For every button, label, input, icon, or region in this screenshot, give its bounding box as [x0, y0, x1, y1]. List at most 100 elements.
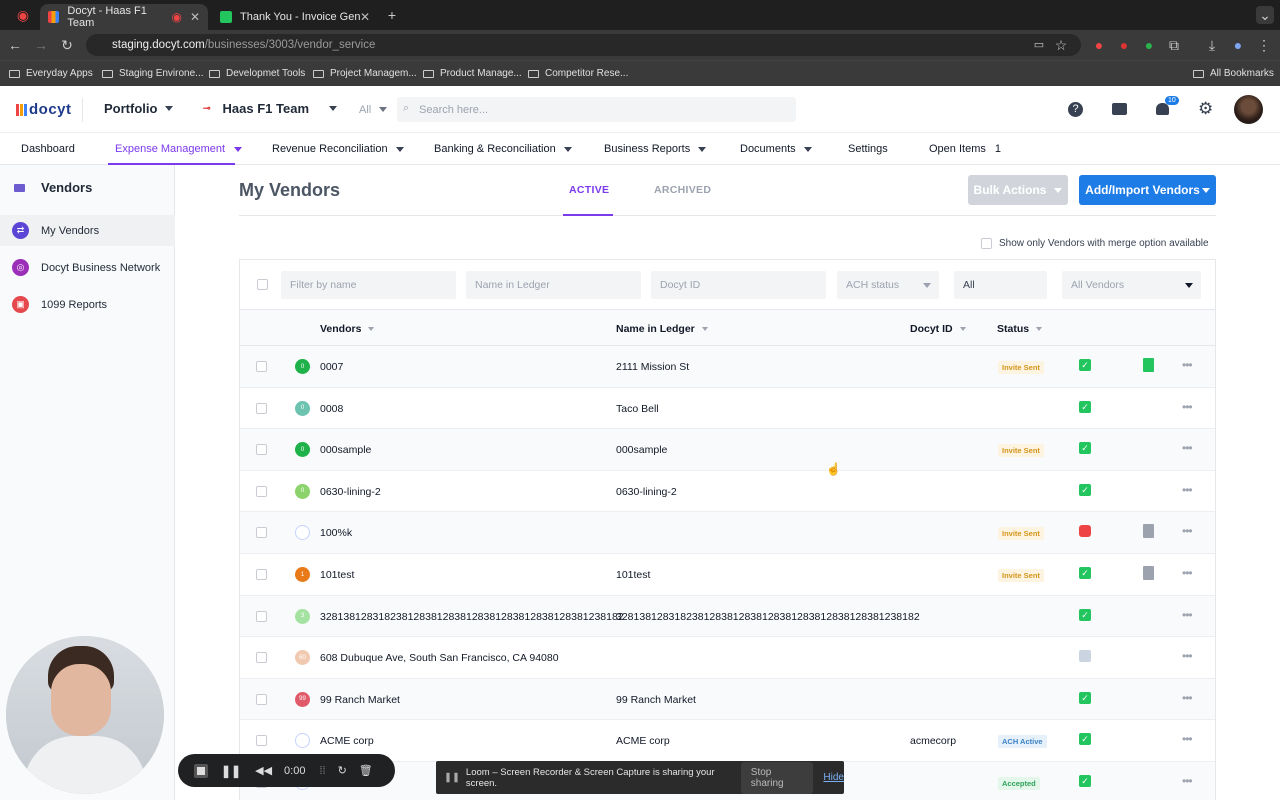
more-actions-icon[interactable]: •••: [1182, 358, 1193, 372]
bookmark-folder[interactable]: Staging Environe...: [102, 68, 204, 79]
extension-icon[interactable]: ●: [1090, 36, 1108, 54]
webcam-bubble[interactable]: [6, 636, 164, 794]
search-input[interactable]: ⌕ Search here...: [397, 97, 796, 122]
nav-dashboard[interactable]: Dashboard: [21, 143, 75, 155]
stop-sharing-button[interactable]: Stop sharing: [740, 761, 814, 794]
table-row[interactable]: 100%k Invite Sent •••: [240, 512, 1215, 554]
more-actions-icon[interactable]: •••: [1182, 524, 1193, 538]
more-actions-icon[interactable]: •••: [1182, 566, 1193, 580]
all-bookmarks[interactable]: All Bookmarks: [1193, 68, 1274, 79]
table-row[interactable]: 0 0630-lining-2 0630-lining-2 ✓ •••: [240, 471, 1215, 513]
row-checkbox[interactable]: [256, 444, 267, 456]
sidebar-item-my-vendors[interactable]: ⇄ My Vendors: [0, 215, 175, 246]
vendor-name[interactable]: 101test: [320, 569, 354, 581]
tab-invoice[interactable]: Thank You - Invoice Generat ✕: [212, 4, 378, 30]
restart-icon[interactable]: ↻: [338, 764, 347, 777]
search-scope-select[interactable]: All: [349, 97, 392, 122]
close-tab-icon[interactable]: ✕: [190, 10, 200, 24]
close-tab-icon[interactable]: ✕: [360, 10, 370, 24]
check-icon[interactable]: ✓: [1079, 359, 1091, 371]
rewind-icon[interactable]: ◀◀: [255, 764, 272, 777]
ach-status-select[interactable]: ACH status: [837, 271, 939, 299]
table-row[interactable]: 0 0008 Taco Bell ✓ •••: [240, 388, 1215, 430]
nav-revenue-reconciliation[interactable]: Revenue Reconciliation: [272, 143, 404, 155]
more-actions-icon[interactable]: •••: [1182, 649, 1193, 663]
check-icon[interactable]: ✓: [1079, 442, 1091, 455]
vendor-name[interactable]: ACME corp: [320, 735, 374, 747]
nav-business-reports[interactable]: Business Reports: [604, 143, 707, 155]
bookmark-folder[interactable]: Developmet Tools: [209, 68, 305, 79]
column-status[interactable]: Status: [997, 323, 1043, 335]
filter-ledger-input[interactable]: Name in Ledger: [466, 271, 641, 299]
check-icon[interactable]: ✓: [1079, 691, 1091, 704]
document-icon[interactable]: [1143, 524, 1154, 539]
sidebar-item-business-network[interactable]: ◎ Docyt Business Network: [0, 252, 175, 283]
more-actions-icon[interactable]: •••: [1182, 774, 1193, 788]
select-all-checkbox[interactable]: [257, 279, 268, 290]
filter-name-input[interactable]: Filter by name: [281, 271, 456, 299]
bookmark-folder[interactable]: Project Managem...: [313, 68, 417, 79]
row-checkbox[interactable]: [256, 652, 267, 664]
extensions-puzzle-icon[interactable]: ⧉: [1165, 36, 1183, 54]
check-icon[interactable]: ✓: [1079, 608, 1091, 621]
drag-handle-icon[interactable]: ❚❚: [444, 772, 460, 783]
row-checkbox[interactable]: [256, 527, 267, 539]
reload-icon[interactable]: ↻: [58, 36, 76, 54]
row-checkbox[interactable]: [256, 693, 267, 705]
status-filter-select[interactable]: All: [954, 271, 1047, 299]
forward-icon[interactable]: →: [32, 36, 50, 54]
row-checkbox[interactable]: [256, 569, 267, 580]
pending-icon[interactable]: [1079, 650, 1091, 663]
bulk-actions-button[interactable]: Bulk Actions: [968, 175, 1068, 205]
alert-icon[interactable]: [1079, 525, 1091, 538]
row-checkbox[interactable]: [256, 610, 267, 622]
pause-icon[interactable]: ❚❚: [221, 764, 241, 778]
nav-settings[interactable]: Settings: [848, 143, 888, 155]
column-docyt-id[interactable]: Docyt ID: [910, 323, 966, 335]
extension-icon[interactable]: ●: [1115, 36, 1133, 54]
vendor-name[interactable]: 99 Ranch Market: [320, 694, 400, 706]
chat-icon[interactable]: [1112, 103, 1127, 115]
vendor-name[interactable]: 000sample: [320, 444, 371, 456]
tab-archived[interactable]: ARCHIVED: [654, 184, 711, 196]
check-icon[interactable]: ✓: [1079, 483, 1091, 496]
tab-docyt[interactable]: Docyt - Haas F1 Team ◉ ✕: [40, 4, 208, 30]
bookmark-star-icon[interactable]: ☆: [1052, 36, 1070, 54]
sidebar-item-1099-reports[interactable]: ▣ 1099 Reports: [0, 289, 175, 320]
vendor-name[interactable]: 100%k: [320, 527, 352, 539]
filter-docyt-id-input[interactable]: Docyt ID: [651, 271, 826, 299]
more-actions-icon[interactable]: •••: [1182, 483, 1193, 497]
row-checkbox[interactable]: [256, 402, 267, 414]
row-checkbox[interactable]: [256, 735, 267, 747]
bookmark-folder[interactable]: Product Manage...: [423, 68, 522, 79]
cast-icon[interactable]: ▭: [1030, 36, 1048, 54]
add-import-vendors-button[interactable]: Add/Import Vendors: [1079, 175, 1216, 205]
row-checkbox[interactable]: [256, 485, 267, 497]
url-field[interactable]: staging.docyt.com/businesses/3003/vendor…: [86, 34, 1081, 56]
trash-icon[interactable]: 🗑: [359, 764, 373, 777]
more-actions-icon[interactable]: •••: [1182, 400, 1193, 414]
check-icon[interactable]: ✓: [1079, 567, 1091, 579]
tab-active[interactable]: ACTIVE: [569, 184, 609, 196]
table-row[interactable]: 60 608 Dubuque Ave, South San Francisco, …: [240, 637, 1215, 679]
tab-menu-icon[interactable]: ⌄: [1256, 6, 1274, 24]
user-avatar[interactable]: [1234, 95, 1263, 124]
more-actions-icon[interactable]: •••: [1182, 691, 1193, 705]
extension-icon[interactable]: ●: [1140, 36, 1158, 54]
document-icon[interactable]: [1143, 566, 1154, 580]
nav-open-items[interactable]: Open Items 1: [929, 143, 1001, 155]
download-icon[interactable]: ⤓: [1203, 36, 1221, 54]
portfolio-select[interactable]: Portfolio: [104, 101, 174, 116]
vendor-name[interactable]: 0007: [320, 361, 343, 373]
back-icon[interactable]: ←: [6, 36, 24, 54]
vendor-name[interactable]: 3281381283182381283812838128381283812838…: [320, 611, 624, 623]
hide-button[interactable]: Hide: [823, 772, 844, 783]
check-icon[interactable]: ✓: [1079, 733, 1091, 746]
column-name-in-ledger[interactable]: Name in Ledger: [616, 323, 708, 335]
new-tab-icon[interactable]: +: [383, 6, 401, 24]
check-icon[interactable]: ✓: [1079, 775, 1091, 787]
column-vendors[interactable]: Vendors: [320, 323, 375, 335]
row-checkbox[interactable]: [256, 361, 267, 372]
drag-handle-icon[interactable]: ⁞⁞: [319, 765, 325, 777]
stop-recording-icon[interactable]: [194, 763, 208, 778]
